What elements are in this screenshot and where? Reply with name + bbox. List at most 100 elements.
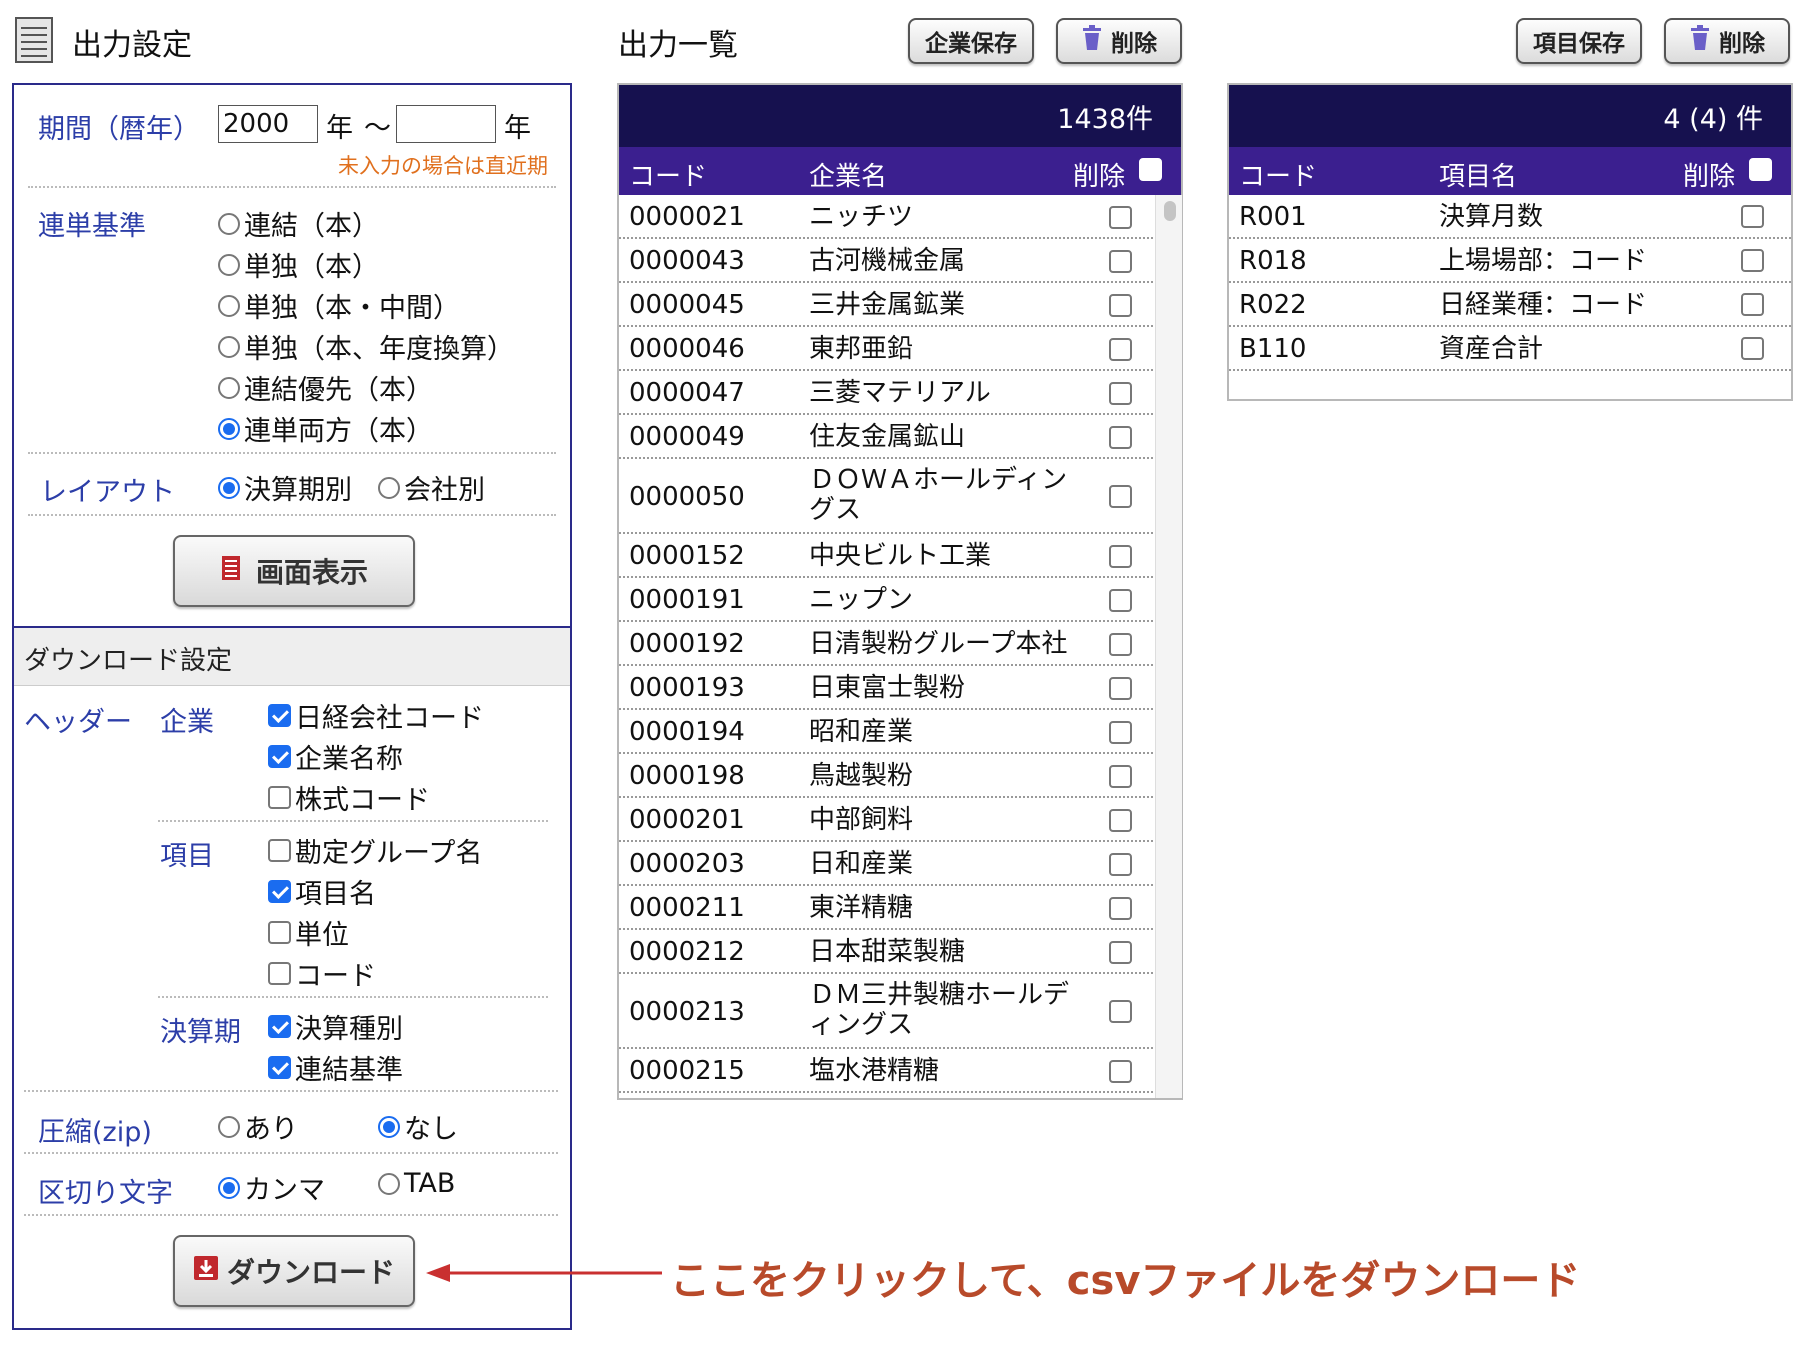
radio-button-selected[interactable] [218, 417, 240, 440]
item-name: 決算月数 [1439, 202, 1544, 232]
basis-option[interactable]: 連結優先（本） [218, 367, 514, 408]
basis-option[interactable]: 単独（本、年度換算） [218, 326, 514, 367]
row-delete-checkbox[interactable] [1109, 425, 1132, 449]
company-row: 0000045 三井金属鉱業 [619, 283, 1153, 327]
row-delete-checkbox[interactable] [1109, 632, 1132, 656]
company-code: 0000046 [629, 334, 745, 364]
row-delete-checkbox[interactable] [1109, 1059, 1132, 1083]
zip-option-no[interactable]: なし [378, 1107, 458, 1146]
radio-button[interactable] [218, 212, 240, 235]
display-button[interactable]: 画面表示 [173, 535, 415, 607]
basis-label: 連単基準 [38, 211, 146, 242]
item-count: 4 (4) 件 [1663, 103, 1763, 135]
radio-button[interactable] [378, 476, 400, 499]
company-delete-button[interactable]: 削除 [1056, 18, 1182, 64]
row-delete-checkbox[interactable] [1109, 940, 1132, 964]
checkbox-option[interactable]: 日経会社コード [268, 695, 484, 736]
checkbox-option[interactable]: 株式コード [268, 777, 484, 818]
row-delete-checkbox[interactable] [1109, 544, 1132, 568]
row-delete-checkbox[interactable] [1741, 337, 1764, 360]
company-name: ニップン [809, 585, 914, 615]
row-delete-checkbox[interactable] [1109, 896, 1132, 920]
radio-button[interactable] [218, 376, 240, 399]
row-delete-checkbox[interactable] [1109, 381, 1132, 405]
radio-button-selected[interactable] [218, 476, 240, 499]
item-save-button[interactable]: 項目保存 [1516, 18, 1642, 64]
row-delete-checkbox[interactable] [1109, 676, 1132, 700]
radio-button[interactable] [218, 335, 240, 358]
scrollbar-thumb[interactable] [1164, 201, 1176, 221]
basis-option[interactable]: 単独（本・中間） [218, 285, 514, 326]
checkbox-checked[interactable] [268, 1015, 291, 1038]
row-delete-checkbox[interactable] [1109, 293, 1132, 317]
row-delete-checkbox[interactable] [1741, 205, 1764, 228]
basis-option[interactable]: 単独（本） [218, 244, 514, 285]
checkbox-checked[interactable] [268, 745, 291, 768]
row-delete-checkbox[interactable] [1109, 588, 1132, 612]
code-column-header: コード [629, 162, 708, 192]
company-name: 日清製粉グループ本社 [809, 629, 1068, 659]
checkbox-checked[interactable] [268, 1056, 291, 1079]
company-code: 0000213 [629, 996, 745, 1027]
company-name: ＤＭ三井製糖ホールデ ィングス [809, 980, 1070, 1040]
radio-button[interactable] [218, 294, 240, 317]
row-delete-checkbox[interactable] [1109, 852, 1132, 876]
item-name-column-header: 項目名 [1439, 162, 1518, 192]
checkbox-option[interactable]: 企業名称 [268, 736, 484, 777]
row-delete-checkbox[interactable] [1741, 293, 1764, 316]
checkbox-option[interactable]: 決算種別 [268, 1006, 403, 1047]
scrollbar[interactable] [1155, 195, 1182, 1098]
checkbox[interactable] [268, 839, 291, 862]
item-code: B110 [1239, 334, 1307, 364]
basis-option[interactable]: 連結（本） [218, 203, 514, 244]
row-delete-checkbox[interactable] [1109, 249, 1132, 273]
basis-option[interactable]: 連単両方（本） [218, 408, 514, 449]
row-delete-checkbox[interactable] [1109, 1000, 1132, 1023]
checkbox[interactable] [268, 962, 291, 985]
layout-option-period[interactable]: 決算期別 [218, 468, 352, 507]
checkbox-option[interactable]: 連結基準 [268, 1047, 403, 1088]
checkbox[interactable] [268, 786, 291, 809]
row-delete-checkbox[interactable] [1109, 720, 1132, 744]
company-code: 0000047 [629, 378, 745, 408]
checkbox-option[interactable]: 項目名 [268, 871, 482, 912]
radio-button[interactable] [378, 1172, 400, 1195]
select-all-checkbox[interactable] [1139, 158, 1162, 181]
layout-option-company[interactable]: 会社別 [378, 468, 485, 507]
zip-option-yes[interactable]: あり [218, 1107, 298, 1146]
item-code: R018 [1239, 246, 1307, 276]
item-code: R022 [1239, 290, 1307, 320]
row-delete-checkbox[interactable] [1109, 337, 1132, 361]
checkbox-option[interactable]: 単位 [268, 912, 482, 953]
checkbox-checked[interactable] [268, 704, 291, 727]
company-save-button[interactable]: 企業保存 [908, 18, 1034, 64]
radio-button-selected[interactable] [378, 1115, 400, 1138]
radio-button[interactable] [218, 1115, 240, 1138]
period-from-input[interactable] [218, 105, 318, 143]
checkbox-option[interactable]: コード [268, 953, 482, 994]
company-code: 0000043 [629, 246, 745, 276]
company-row: 0000021 ニッチツ [619, 195, 1153, 239]
download-button[interactable]: ダウンロード [173, 1235, 415, 1307]
company-code: 0000215 [629, 1056, 745, 1086]
row-delete-checkbox[interactable] [1109, 485, 1132, 508]
item-rows: R001 決算月数 R018 上場場部：コード R022 日経業種：コード B110 資産合計 [1229, 195, 1791, 399]
row-delete-checkbox[interactable] [1109, 808, 1132, 832]
row-delete-checkbox[interactable] [1109, 205, 1132, 229]
row-delete-checkbox[interactable] [1741, 249, 1764, 272]
delimiter-option-tab[interactable]: TAB [378, 1168, 455, 1199]
period-to-input[interactable] [396, 105, 496, 143]
checkbox-option[interactable]: 勘定グループ名 [268, 830, 482, 871]
company-row: 0000050 ＤＯＷＡホールディン グス [619, 459, 1153, 534]
item-delete-button[interactable]: 削除 [1664, 18, 1790, 64]
company-count-header: 1438件 [619, 85, 1181, 147]
select-all-checkbox[interactable] [1749, 158, 1772, 181]
delimiter-option-comma[interactable]: カンマ [218, 1168, 325, 1207]
divider [28, 514, 556, 516]
checkbox-checked[interactable] [268, 880, 291, 903]
radio-button-selected[interactable] [218, 1176, 240, 1199]
radio-button[interactable] [218, 253, 240, 276]
settings-title: 出力設定 [72, 28, 192, 63]
row-delete-checkbox[interactable] [1109, 764, 1132, 788]
checkbox[interactable] [268, 921, 291, 944]
